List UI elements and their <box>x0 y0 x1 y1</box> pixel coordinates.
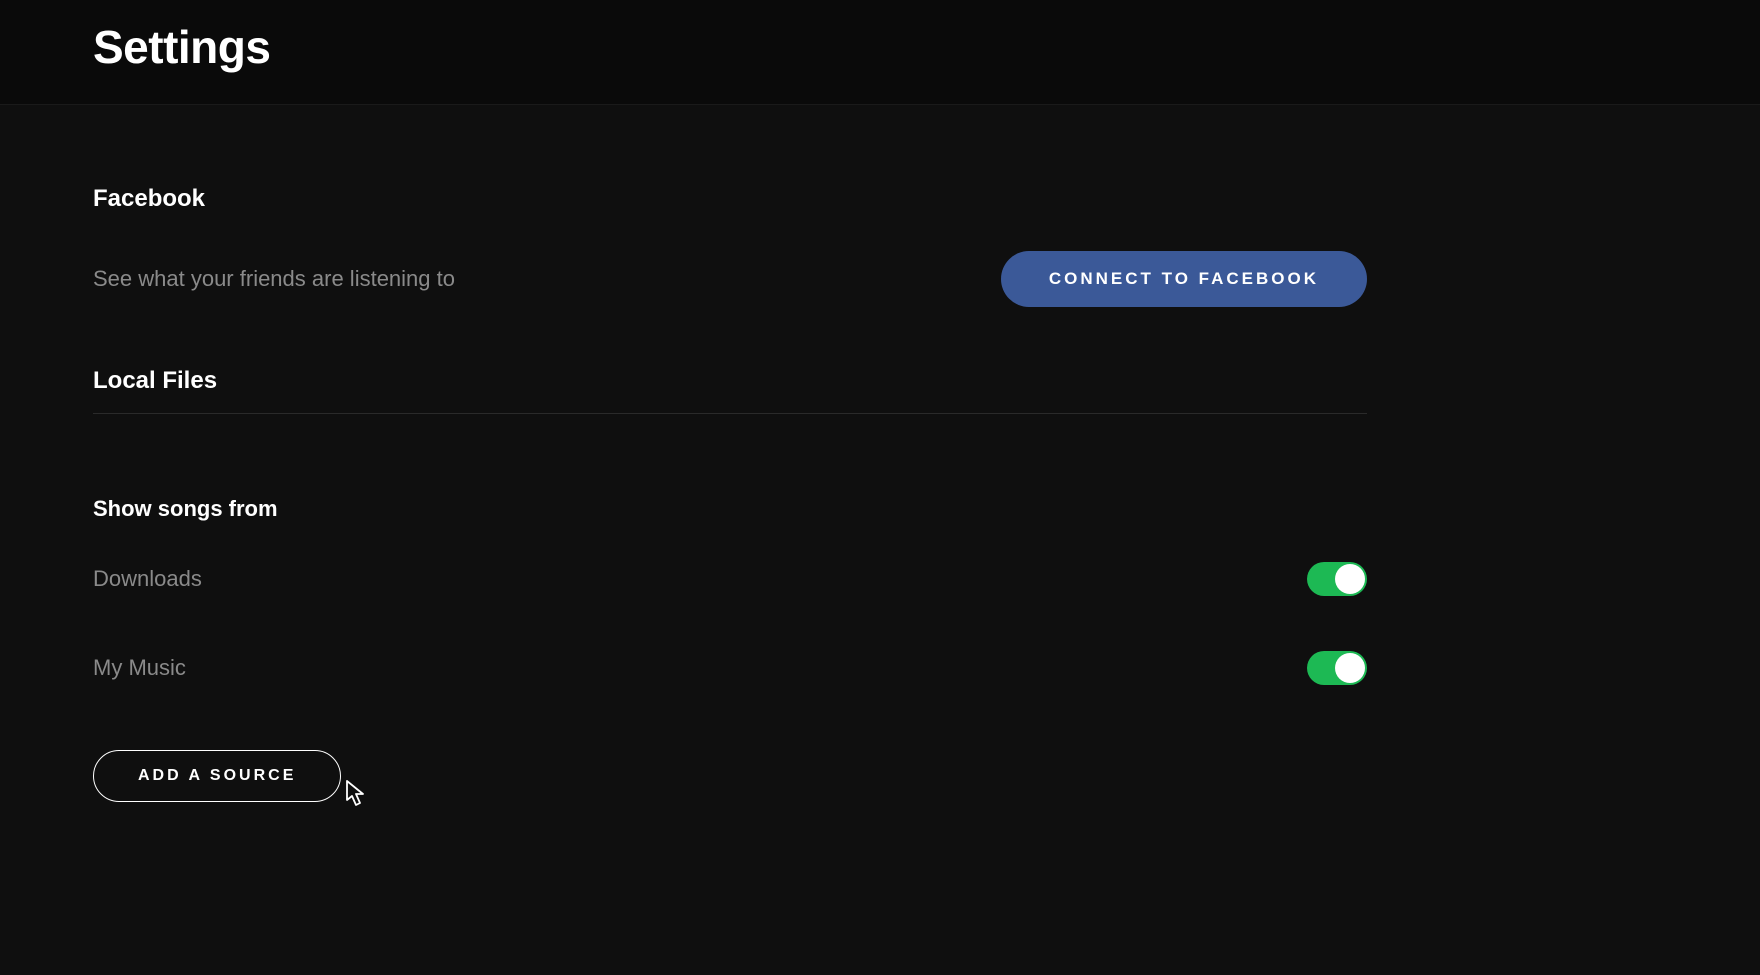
local-files-section-heading: Local Files <box>93 367 1367 414</box>
facebook-description: See what your friends are listening to <box>93 266 455 292</box>
source-downloads-label: Downloads <box>93 566 202 592</box>
toggle-knob-icon <box>1335 653 1365 683</box>
facebook-section-heading: Facebook <box>93 185 1367 213</box>
add-source-button[interactable]: ADD A SOURCE <box>93 750 341 802</box>
page-title: Settings <box>93 20 1760 74</box>
source-downloads-toggle[interactable] <box>1307 562 1367 596</box>
connect-facebook-button[interactable]: CONNECT TO FACEBOOK <box>1001 251 1367 307</box>
source-my-music-label: My Music <box>93 655 186 681</box>
toggle-knob-icon <box>1335 564 1365 594</box>
show-songs-from-heading: Show songs from <box>93 496 1367 522</box>
source-my-music-toggle[interactable] <box>1307 651 1367 685</box>
mouse-cursor-icon <box>346 780 368 808</box>
